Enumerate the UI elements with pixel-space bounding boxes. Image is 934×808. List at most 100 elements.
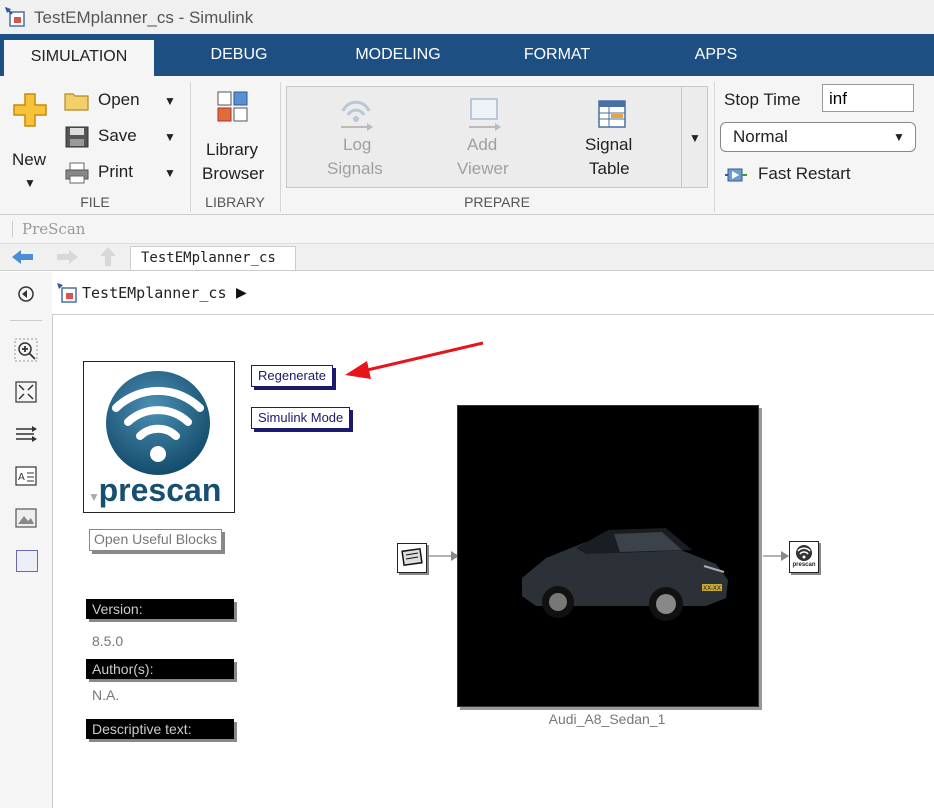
descriptive-text-label: Descriptive text: bbox=[86, 719, 234, 739]
signal-table-icon bbox=[598, 100, 626, 128]
authors-label: Author(s): bbox=[86, 659, 234, 679]
image-icon[interactable] bbox=[14, 506, 38, 530]
signal-table-button[interactable]: Signal Table bbox=[575, 93, 659, 185]
simulink-app-icon bbox=[5, 7, 25, 27]
signal-table-label-2: Table bbox=[589, 159, 630, 178]
ribbon: New ▼ Open ▼ Save ▼ Print ▼ FILE Library… bbox=[0, 76, 934, 215]
tab-simulation[interactable]: SIMULATION bbox=[4, 40, 154, 76]
prepare-group-label: PREPARE bbox=[464, 194, 530, 210]
navigation-bar: TestEMplanner_cs bbox=[0, 244, 934, 271]
ribbon-separator bbox=[714, 82, 715, 212]
breadcrumb-arrow-icon[interactable]: ▶ bbox=[236, 284, 247, 301]
log-signals-icon bbox=[341, 100, 373, 131]
tab-modeling[interactable]: MODELING bbox=[340, 34, 456, 76]
new-dropdown-icon: ▼ bbox=[24, 176, 36, 190]
save-dropdown-icon[interactable]: ▼ bbox=[164, 130, 176, 144]
annotation-arrow-icon bbox=[345, 341, 484, 379]
up-arrow-icon[interactable] bbox=[100, 247, 116, 267]
print-dropdown-icon[interactable]: ▼ bbox=[164, 166, 176, 180]
vehicle-block[interactable]: XX-XX bbox=[457, 405, 759, 707]
hide-browser-icon[interactable] bbox=[14, 282, 38, 306]
log-signals-button: Log Signals bbox=[317, 93, 397, 185]
model-tab[interactable]: TestEMplanner_cs bbox=[130, 246, 296, 270]
log-signals-label-2: Signals bbox=[327, 159, 383, 178]
left-palette: A bbox=[0, 272, 53, 808]
tab-apps[interactable]: APPS bbox=[680, 34, 752, 76]
stop-time-input[interactable]: inf bbox=[822, 84, 914, 112]
input-signal-line bbox=[427, 551, 459, 561]
model-canvas[interactable]: prescan ▼ Regenerate Simulink Mode Open … bbox=[53, 315, 934, 808]
authors-value: N.A. bbox=[92, 687, 120, 703]
prepare-gallery: Log Signals Add Viewer Signal Table ▼ bbox=[286, 86, 708, 188]
tab-debug[interactable]: DEBUG bbox=[190, 34, 288, 76]
input-sensor-block[interactable] bbox=[397, 543, 427, 573]
fast-restart-icon bbox=[725, 168, 747, 182]
add-viewer-label-2: Viewer bbox=[457, 159, 509, 178]
new-label: New bbox=[12, 150, 47, 169]
car-sedan-icon: XX-XX bbox=[522, 528, 728, 621]
open-label: Open bbox=[98, 90, 140, 109]
ribbon-separator bbox=[280, 82, 281, 212]
file-group-label: FILE bbox=[80, 194, 110, 210]
prescan-small-text: prescan bbox=[792, 562, 816, 568]
window-title: TestEMplanner_cs - Simulink bbox=[34, 8, 254, 27]
signal-lines-icon[interactable] bbox=[14, 422, 38, 446]
prescan-output-block[interactable]: prescan bbox=[789, 541, 819, 573]
breadcrumb-model[interactable]: TestEMplanner_cs bbox=[82, 284, 227, 302]
prescan-toolstrip: PreScan bbox=[0, 215, 934, 244]
strip-separator bbox=[12, 221, 13, 237]
save-label: Save bbox=[98, 126, 137, 145]
add-viewer-icon bbox=[469, 98, 501, 131]
fit-to-view-icon[interactable] bbox=[14, 380, 38, 404]
save-button[interactable]: Save ▼ bbox=[64, 124, 184, 150]
print-label: Print bbox=[98, 162, 133, 181]
library-browser-button[interactable]: Library Browser bbox=[196, 86, 272, 186]
fast-restart-button[interactable]: Fast Restart bbox=[724, 162, 914, 188]
add-viewer-button: Add Viewer bbox=[447, 93, 527, 185]
forward-arrow-icon[interactable] bbox=[56, 249, 78, 265]
printer-icon bbox=[65, 162, 89, 184]
new-button[interactable]: New ▼ bbox=[8, 86, 54, 190]
prescan-wifi-logo-icon bbox=[106, 371, 210, 475]
version-label: Version: bbox=[86, 599, 234, 619]
palette-separator bbox=[10, 320, 42, 321]
vehicle-license-plate: XX-XX bbox=[703, 585, 721, 592]
stop-time-label: Stop Time bbox=[724, 90, 801, 109]
add-viewer-label-1: Add bbox=[467, 135, 498, 154]
gallery-dropdown-icon: ▼ bbox=[689, 131, 701, 145]
prescan-tab-label[interactable]: PreScan bbox=[22, 220, 85, 238]
open-useful-blocks-button[interactable]: Open Useful Blocks bbox=[89, 529, 222, 551]
address-bar: TestEMplanner_cs ▶ bbox=[52, 272, 934, 315]
output-signal-line bbox=[763, 551, 789, 561]
print-button[interactable]: Print ▼ bbox=[64, 160, 184, 186]
library-group-label: LIBRARY bbox=[205, 194, 265, 210]
ribbon-separator bbox=[190, 82, 191, 212]
library-label-line1: Library bbox=[206, 140, 258, 159]
ribbon-tab-bar: SIMULATION DEBUG MODELING FORMAT APPS bbox=[0, 34, 934, 76]
simulation-mode-value: Normal bbox=[733, 127, 788, 146]
folder-icon bbox=[64, 93, 89, 111]
mode-dropdown-icon: ▼ bbox=[893, 130, 905, 144]
svg-text:A: A bbox=[18, 472, 25, 483]
prescan-logo-block[interactable]: prescan ▼ bbox=[83, 361, 235, 513]
simulation-mode-select[interactable]: Normal ▼ bbox=[720, 122, 916, 152]
tab-format[interactable]: FORMAT bbox=[510, 34, 604, 76]
version-value: 8.5.0 bbox=[92, 633, 124, 649]
vehicle-block-name: Audi_A8_Sedan_1 bbox=[548, 711, 666, 727]
sensor-block-icon bbox=[401, 547, 423, 567]
library-label-line2: Browser bbox=[202, 164, 265, 183]
simulink-mode-button[interactable]: Simulink Mode bbox=[251, 407, 351, 429]
model-icon bbox=[57, 283, 77, 303]
regenerate-button[interactable]: Regenerate bbox=[251, 365, 333, 387]
zoom-in-icon[interactable] bbox=[14, 338, 38, 362]
prepare-gallery-expand[interactable]: ▼ bbox=[681, 87, 708, 187]
fast-restart-label: Fast Restart bbox=[758, 164, 851, 183]
save-disk-icon bbox=[65, 126, 89, 148]
prescan-small-logo-icon bbox=[796, 545, 812, 561]
back-arrow-icon[interactable] bbox=[12, 249, 34, 265]
library-grid-icon bbox=[217, 91, 248, 122]
open-button[interactable]: Open ▼ bbox=[64, 88, 184, 114]
annotation-icon[interactable]: A bbox=[14, 464, 38, 488]
open-dropdown-icon[interactable]: ▼ bbox=[164, 94, 176, 108]
area-tool-icon[interactable] bbox=[16, 550, 38, 572]
